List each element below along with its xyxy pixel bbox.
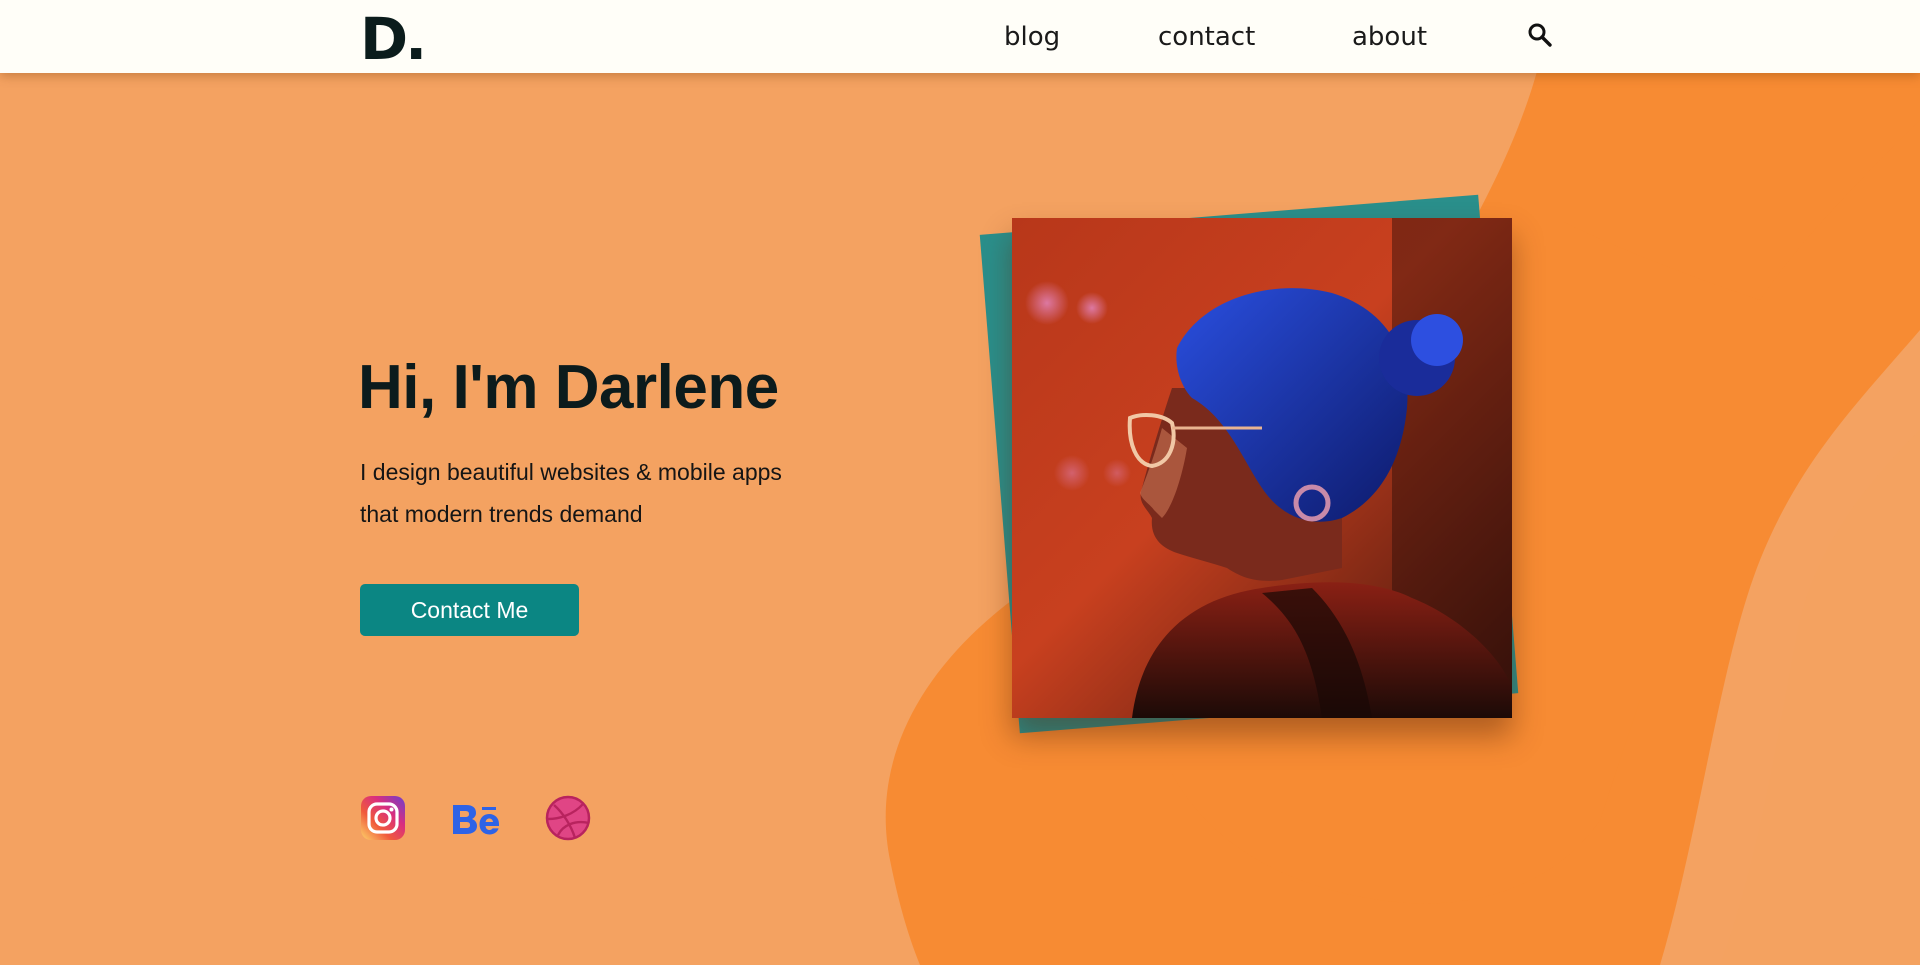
contact-me-button[interactable]: Contact Me — [360, 584, 579, 636]
portrait-photo — [1012, 218, 1512, 718]
top-navbar: D. blog contact about — [0, 0, 1920, 73]
nav-link-blog[interactable]: blog — [1004, 20, 1060, 54]
instagram-icon[interactable] — [360, 795, 406, 841]
background-blobs — [885, 60, 1920, 965]
dribbble-icon[interactable] — [545, 795, 591, 841]
hero-title: Hi, I'm Darlene — [358, 353, 779, 422]
behance-icon[interactable] — [451, 797, 501, 839]
hero-subtitle: I design beautiful websites & mobile app… — [360, 459, 782, 527]
nav-link-about[interactable]: about — [1352, 20, 1427, 54]
logo[interactable]: D. — [360, 4, 427, 74]
search-icon[interactable] — [1527, 22, 1553, 48]
nav-link-contact[interactable]: contact — [1158, 20, 1255, 54]
